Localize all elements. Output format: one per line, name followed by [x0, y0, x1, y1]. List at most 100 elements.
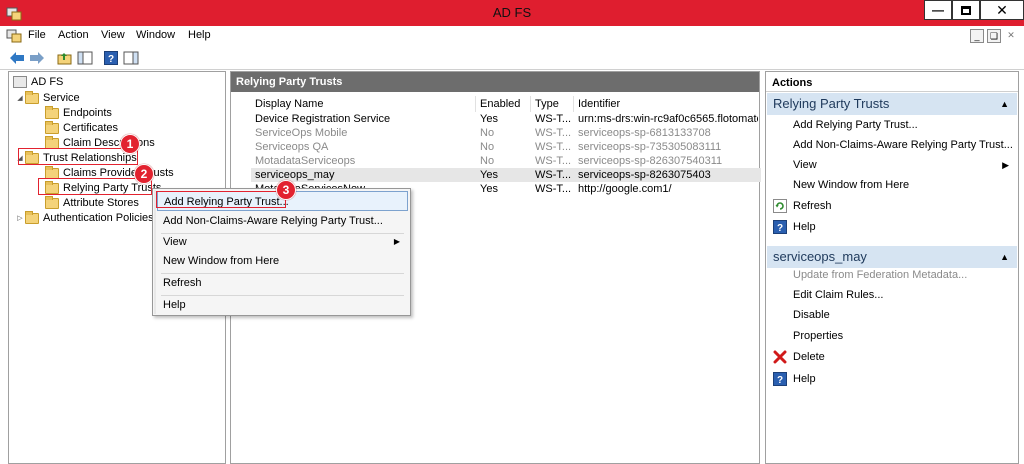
mdi-minimize-button[interactable]: _ — [970, 29, 984, 43]
tree-node-attribute-stores[interactable]: Attribute Stores — [45, 195, 139, 211]
submenu-arrow-icon: ▶ — [1002, 160, 1009, 170]
close-button[interactable]: ✕ — [980, 0, 1024, 20]
help-icon: ? — [773, 220, 787, 234]
minimize-button[interactable]: — — [924, 0, 952, 20]
refresh-icon — [773, 199, 787, 213]
cell-type: WS-T... — [535, 127, 572, 139]
table-row[interactable]: Device Registration Service Yes WS-T... … — [251, 112, 761, 126]
menu-view[interactable]: View — [101, 29, 125, 41]
collapsed-icon[interactable]: ▷ — [15, 214, 25, 222]
cell-enabled: No — [480, 141, 495, 153]
tree-label: Certificates — [63, 122, 119, 134]
context-new-window-from-here[interactable]: New Window from Here — [157, 251, 408, 271]
tree-node-service[interactable]: ◢ Service — [15, 90, 80, 106]
show-hide-console-tree-button[interactable] — [76, 49, 94, 67]
context-add-non-claims-aware-trust[interactable]: Add Non-Claims-Aware Relying Party Trust… — [157, 211, 408, 231]
close-icon: ✕ — [996, 1, 1008, 18]
column-header-identifier[interactable]: Identifier — [574, 96, 759, 112]
action-help-item[interactable]: ? Help — [767, 369, 1017, 389]
cell-identifier: serviceops-sp-8263075403 — [578, 169, 711, 181]
help-button[interactable]: ? — [102, 49, 120, 67]
cell-type: WS-T... — [535, 113, 572, 125]
mdi-close-button[interactable]: ✕ — [1004, 29, 1018, 43]
adfs-node-icon — [13, 76, 27, 88]
folder-icon — [45, 135, 59, 149]
folder-up-icon — [57, 53, 72, 65]
context-refresh[interactable]: Refresh — [157, 273, 408, 293]
action-update-from-federation-metadata: Update from Federation Metadata... — [793, 269, 968, 281]
tree-label: Authentication Policies — [43, 212, 154, 224]
up-one-level-button[interactable] — [56, 49, 74, 67]
table-row[interactable]: Serviceops QA No WS-T... serviceops-sp-7… — [251, 140, 761, 154]
folder-icon — [45, 165, 59, 179]
mmc-document-icon[interactable] — [6, 28, 22, 44]
expanded-icon[interactable]: ◢ — [15, 94, 25, 102]
column-header-display-name[interactable]: Display Name — [251, 96, 476, 112]
context-help[interactable]: Help — [157, 295, 408, 315]
action-add-relying-party-trust[interactable]: Add Relying Party Trust... — [767, 115, 1017, 135]
action-delete[interactable]: Delete — [767, 347, 1017, 367]
actions-pane-title: Actions — [766, 72, 1018, 92]
submenu-arrow-icon: ▶ — [393, 237, 400, 246]
action-new-window-from-here[interactable]: New Window from Here — [767, 175, 1017, 195]
actions-pane: Actions Relying Party Trusts ▲ Add Relyi… — [765, 71, 1019, 464]
tree-label: Service — [43, 92, 80, 104]
list-pane-header: Relying Party Trusts — [231, 72, 759, 92]
help-icon: ? — [104, 51, 118, 65]
action-edit-claim-rules[interactable]: Edit Claim Rules... — [767, 285, 1017, 305]
callout-box-add-relying-party-trust — [156, 191, 286, 208]
context-view[interactable]: View ▶ — [157, 232, 408, 252]
collapse-section-icon[interactable]: ▲ — [1000, 93, 1009, 115]
tree-label: AD FS — [31, 76, 64, 88]
folder-icon — [25, 90, 39, 104]
cell-enabled: Yes — [480, 183, 498, 195]
table-row[interactable]: serviceops_may Yes WS-T... serviceops-sp… — [251, 168, 761, 182]
section-title: Relying Party Trusts — [773, 96, 890, 111]
action-pane-icon — [123, 51, 139, 65]
mdi-restore-button[interactable]: ❏ — [987, 29, 1001, 43]
step-badge-2: 2 — [134, 164, 154, 184]
action-label: Help — [793, 373, 816, 385]
menu-file[interactable]: File — [28, 29, 46, 41]
table-row[interactable]: ServiceOps Mobile No WS-T... serviceops-… — [251, 126, 761, 140]
tree-node-adfs[interactable]: AD FS — [13, 74, 63, 90]
menu-window[interactable]: Window — [136, 29, 175, 41]
action-view[interactable]: View ▶ — [767, 155, 1017, 175]
menu-help[interactable]: Help — [188, 29, 211, 41]
action-help[interactable]: ? Help — [767, 217, 1017, 237]
menu-gutter — [154, 190, 156, 314]
cell-type: WS-T... — [535, 183, 572, 195]
column-header-type[interactable]: Type — [531, 96, 574, 112]
callout-box-relying-party-trusts — [38, 178, 152, 195]
tree-node-certificates[interactable]: Certificates — [45, 120, 118, 136]
cell-type: WS-T... — [535, 169, 572, 181]
back-button[interactable] — [8, 49, 26, 67]
cell-identifier: urn:ms-drs:win-rc9af0c6565.flotomate.... — [578, 113, 758, 125]
toolbar: ? — [0, 46, 1024, 70]
action-label: View — [793, 159, 817, 171]
menu-action[interactable]: Action — [58, 29, 89, 41]
console-tree-icon — [77, 51, 93, 65]
show-hide-action-pane-button[interactable] — [122, 49, 140, 67]
action-properties[interactable]: Properties — [767, 326, 1017, 346]
tree-node-endpoints[interactable]: Endpoints — [45, 105, 112, 121]
maximize-icon — [961, 5, 971, 15]
action-add-non-claims-aware-trust[interactable]: Add Non-Claims-Aware Relying Party Trust… — [767, 135, 1017, 155]
cell-display-name: Device Registration Service — [255, 113, 391, 125]
actions-section-relying-party-trusts[interactable]: Relying Party Trusts ▲ — [767, 93, 1017, 115]
window-title: AD FS — [492, 5, 532, 20]
table-row[interactable]: MotadataServiceops No WS-T... serviceops… — [251, 154, 761, 168]
column-header-enabled[interactable]: Enabled — [476, 96, 531, 112]
action-disable[interactable]: Disable — [767, 305, 1017, 325]
forward-button[interactable] — [28, 49, 46, 67]
cell-identifier: serviceops-sp-735305083111 — [578, 141, 722, 153]
maximize-button[interactable] — [952, 0, 980, 20]
context-label: View — [163, 236, 187, 248]
action-refresh[interactable]: Refresh — [767, 196, 1017, 216]
svg-text:?: ? — [777, 223, 783, 234]
delete-icon — [773, 350, 787, 364]
back-arrow-icon — [10, 52, 24, 64]
tree-node-authentication-policies[interactable]: ▷ Authentication Policies — [15, 210, 154, 226]
cell-type: WS-T... — [535, 141, 572, 153]
menu-bar: File Action View Window Help _ ❏ ✕ — [0, 26, 1024, 46]
